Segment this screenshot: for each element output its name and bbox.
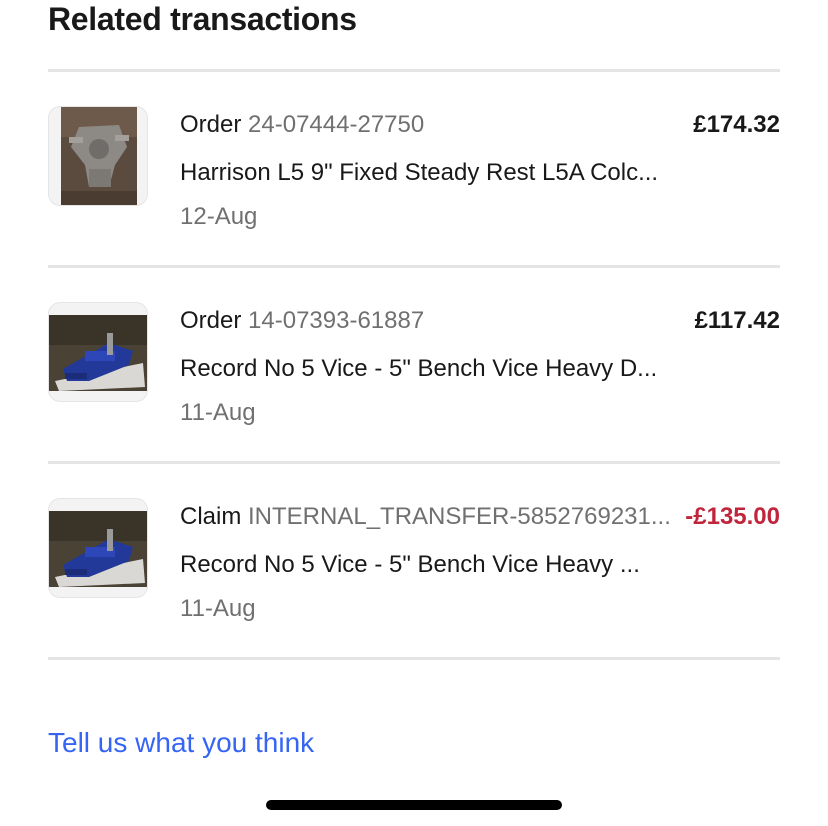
transaction-id: 14-07393-61887 bbox=[248, 307, 425, 334]
transaction-type: Order bbox=[180, 307, 242, 334]
transaction-amount: £174.32 bbox=[691, 110, 780, 140]
transaction-date: 11-Aug bbox=[180, 595, 256, 622]
divider bbox=[48, 657, 780, 660]
bench-vice-photo-icon bbox=[49, 315, 147, 391]
item-title: Record No 5 Vice - 5" Bench Vice Heavy D… bbox=[180, 355, 658, 382]
steady-rest-photo-icon bbox=[61, 107, 137, 205]
transaction-type: Order bbox=[180, 111, 242, 138]
home-indicator[interactable] bbox=[266, 800, 562, 810]
transaction-reference: Claim INTERNAL_TRANSFER-5852769231... bbox=[180, 502, 672, 532]
section-title: Related transactions bbox=[48, 1, 357, 37]
transaction-row-1[interactable]: Order 24-07444-27750 £174.32 Harrison L5… bbox=[48, 72, 780, 232]
transaction-id: INTERNAL_TRANSFER-5852769231... bbox=[248, 503, 671, 530]
transaction-amount: £117.42 bbox=[692, 306, 780, 336]
item-title: Harrison L5 9" Fixed Steady Rest L5A Col… bbox=[180, 159, 659, 186]
transaction-amount: -£135.00 bbox=[683, 502, 780, 532]
transaction-reference: Order 24-07444-27750 bbox=[180, 110, 680, 140]
item-title: Record No 5 Vice - 5" Bench Vice Heavy .… bbox=[180, 551, 640, 578]
transaction-id: 24-07444-27750 bbox=[248, 111, 425, 138]
item-thumbnail[interactable] bbox=[48, 498, 148, 598]
transaction-date: 11-Aug bbox=[180, 399, 256, 426]
transaction-row-3[interactable]: Claim INTERNAL_TRANSFER-5852769231... -£… bbox=[48, 464, 780, 624]
transaction-reference: Order 14-07393-61887 bbox=[180, 306, 680, 336]
transaction-row-2[interactable]: Order 14-07393-61887 £117.42 Record No 5… bbox=[48, 268, 780, 428]
feedback-link[interactable]: Tell us what you think bbox=[48, 726, 314, 760]
item-thumbnail[interactable] bbox=[48, 106, 148, 206]
transaction-date: 12-Aug bbox=[180, 203, 258, 230]
item-thumbnail[interactable] bbox=[48, 302, 148, 402]
bench-vice-photo-icon bbox=[49, 511, 147, 587]
transaction-type: Claim bbox=[180, 503, 242, 530]
